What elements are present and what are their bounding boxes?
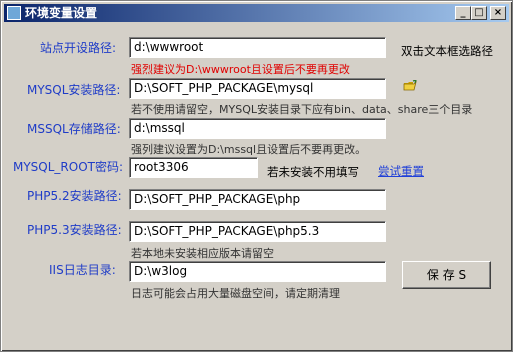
app-icon <box>7 6 21 20</box>
site-dir-hint: 强烈建议为D:\wwwroot且设置后不要再更改 <box>131 63 350 76</box>
iis-log-label: IIS日志目录: <box>49 263 116 277</box>
mssql-store-hint: 强列建议设置为D:\mssql且设置后不要再更改。 <box>131 143 367 156</box>
site-dir-field[interactable]: d:\wwwroot <box>129 37 386 58</box>
iis-log-hint: 日志可能会占用大量磁盘空间，请定期清理 <box>131 287 340 300</box>
mysql-install-field[interactable]: D:\SOFT_PHP_PACKAGE\mysql <box>129 78 386 99</box>
mysql-install-label: MYSQL安装路径: <box>27 83 121 97</box>
minimize-button[interactable]: _ <box>455 6 471 20</box>
site-dir-side-text: 双击文本框选路径 <box>401 44 493 58</box>
close-button[interactable]: × <box>490 6 506 20</box>
maximize-button[interactable]: □ <box>471 6 487 20</box>
mysql-root-label: MYSQL_ROOT密码: <box>13 160 124 174</box>
reset-password-link[interactable]: 尝试重置 <box>378 163 424 179</box>
window-title: 环境变量设置 <box>25 6 98 20</box>
mysql-root-password-field[interactable]: root3306 <box>129 157 258 178</box>
mysql-install-hint: 若不使用请留空，MYSQL安装目录下应有bin、data、share三个目录 <box>131 103 473 116</box>
site-dir-label: 站点开设路径: <box>40 41 117 55</box>
mssql-store-field[interactable]: d:\mssql <box>129 118 386 139</box>
php53-hint: 若本地未安装相应版本请留空 <box>131 247 274 260</box>
php52-label: PHP5.2安装路径: <box>27 189 122 203</box>
folder-icon[interactable] <box>403 80 417 92</box>
php53-field[interactable]: D:\SOFT_PHP_PACKAGE\php5.3 <box>129 221 386 242</box>
minimize-icon: _ <box>460 7 466 18</box>
mssql-store-label: MSSQL存储路径: <box>27 122 121 136</box>
title-bar: 环境变量设置 _ □ × <box>4 4 509 22</box>
save-button[interactable]: 保 存 S <box>402 261 491 289</box>
close-icon: × <box>493 7 503 18</box>
php53-label: PHP5.3安装路径: <box>27 223 122 237</box>
maximize-icon: □ <box>474 7 484 18</box>
iis-log-field[interactable]: D:\w3log <box>129 261 386 282</box>
mysql-root-side-text: 若未安装不用填写 <box>267 165 359 179</box>
php52-field[interactable]: D:\SOFT_PHP_PACKAGE\php <box>129 189 386 210</box>
